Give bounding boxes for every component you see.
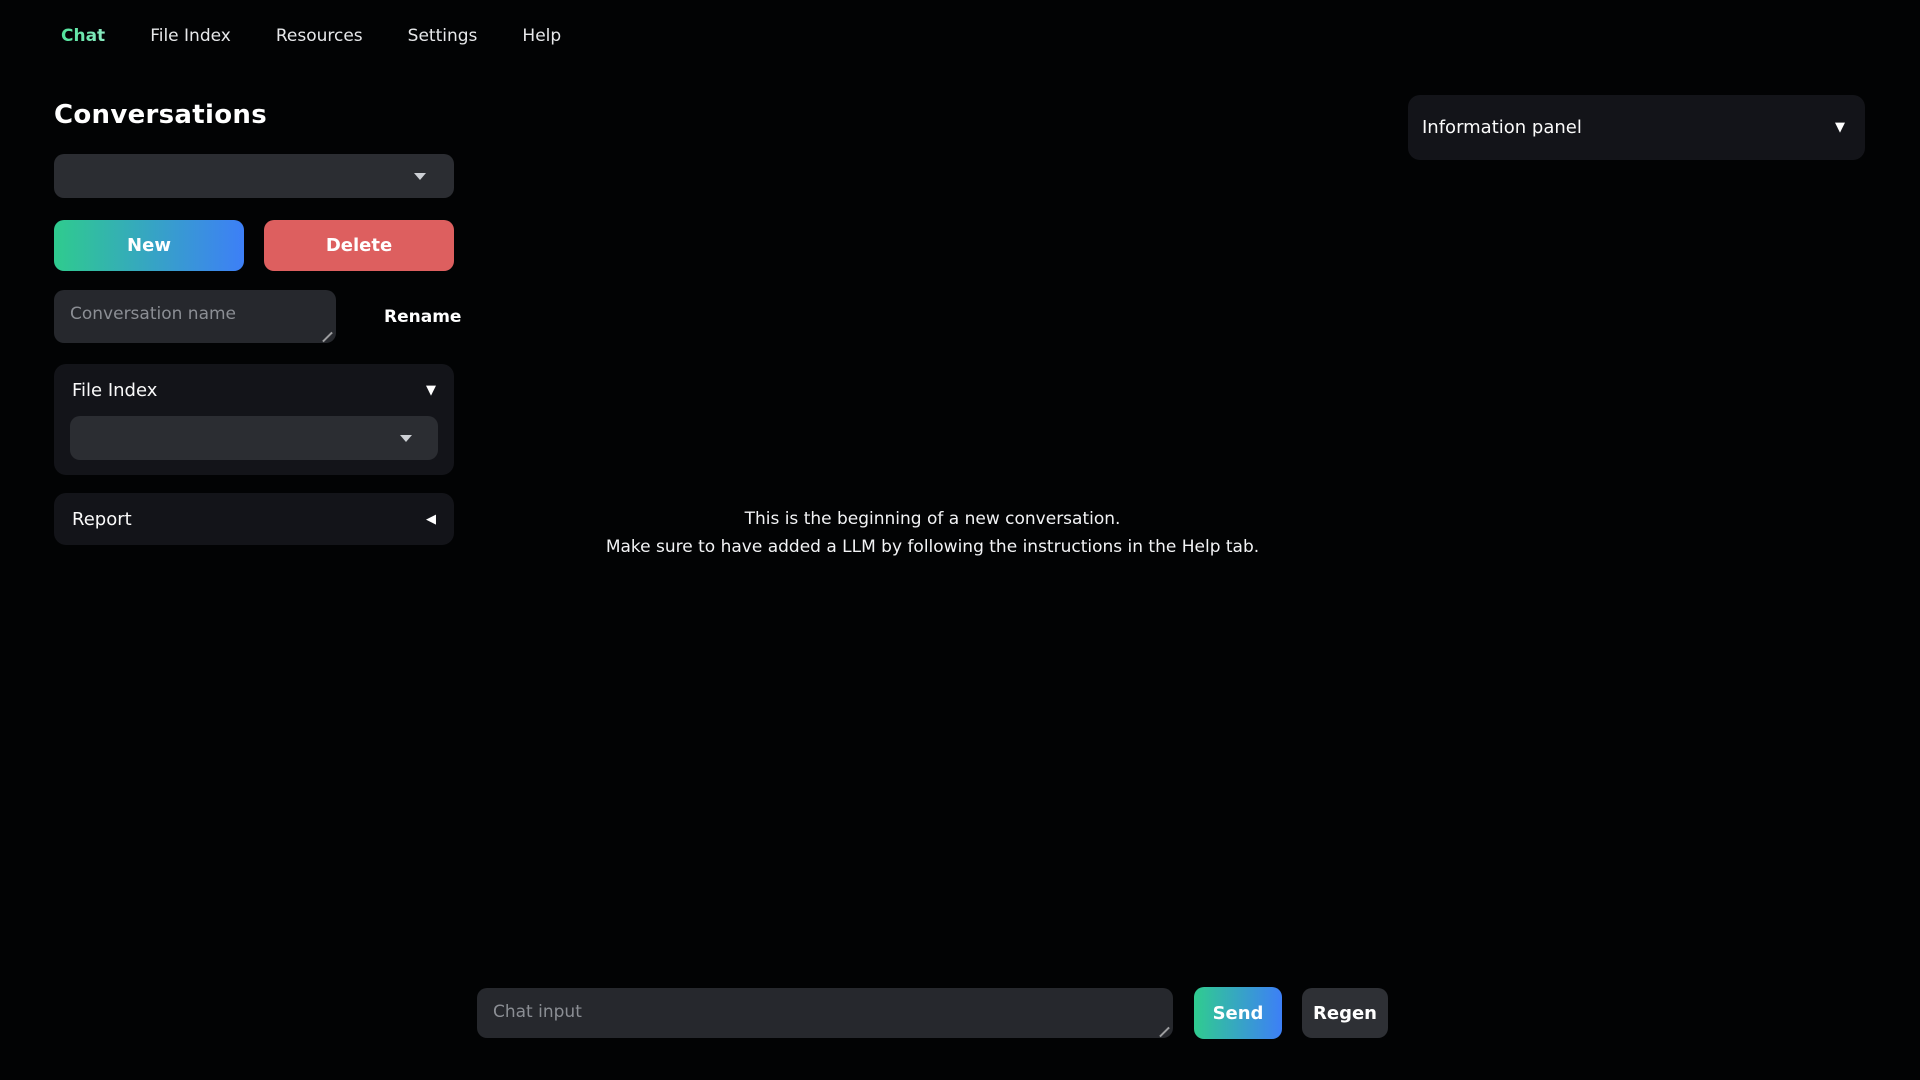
report-accordion-label: Report — [72, 509, 132, 530]
tab-settings[interactable]: Settings — [406, 22, 480, 50]
tab-resources[interactable]: Resources — [274, 22, 365, 50]
app-window: Chat File Index Resources Settings Help … — [0, 0, 1920, 1080]
report-accordion-header[interactable]: Report ◀ — [54, 493, 454, 545]
regen-button[interactable]: Regen — [1302, 988, 1388, 1038]
chat-input-row: Send Regen — [477, 987, 1388, 1039]
chat-empty-line2: Make sure to have added a LLM by followi… — [477, 533, 1388, 561]
chat-input[interactable] — [477, 988, 1173, 1038]
information-panel-accordion: Information panel ▼ — [1408, 95, 1865, 160]
accordion-closed-icon: ◀ — [426, 513, 436, 526]
rename-button[interactable]: Rename — [384, 307, 461, 327]
conversation-actions: New Delete — [54, 220, 454, 271]
accordion-open-icon: ▼ — [1835, 121, 1845, 134]
conversation-name-input[interactable] — [54, 290, 336, 343]
accordion-open-icon: ▼ — [426, 384, 436, 397]
rename-row: Rename — [54, 290, 454, 343]
send-button[interactable]: Send — [1194, 987, 1282, 1039]
chat-empty-line1: This is the beginning of a new conversat… — [477, 505, 1388, 533]
tab-chat[interactable]: Chat — [59, 22, 107, 50]
chevron-down-icon — [400, 435, 412, 442]
page-title: Conversations — [54, 100, 454, 130]
top-nav: Chat File Index Resources Settings Help — [59, 22, 563, 50]
chat-empty-state: This is the beginning of a new conversat… — [477, 505, 1388, 561]
chevron-down-icon — [414, 173, 426, 180]
file-index-select[interactable] — [70, 416, 438, 460]
report-accordion: Report ◀ — [54, 493, 454, 545]
delete-conversation-button[interactable]: Delete — [264, 220, 454, 271]
information-panel-header[interactable]: Information panel ▼ — [1408, 95, 1865, 160]
file-index-accordion-header[interactable]: File Index ▼ — [54, 364, 454, 416]
conversation-select[interactable] — [54, 154, 454, 198]
file-index-accordion-label: File Index — [72, 380, 157, 401]
file-index-accordion: File Index ▼ — [54, 364, 454, 475]
new-conversation-button[interactable]: New — [54, 220, 244, 271]
tab-help[interactable]: Help — [520, 22, 563, 50]
tab-file-index[interactable]: File Index — [148, 22, 233, 50]
conversations-sidebar: Conversations New Delete Rename File Ind… — [54, 100, 454, 130]
file-index-accordion-body — [54, 416, 454, 460]
information-panel-label: Information panel — [1422, 117, 1582, 138]
